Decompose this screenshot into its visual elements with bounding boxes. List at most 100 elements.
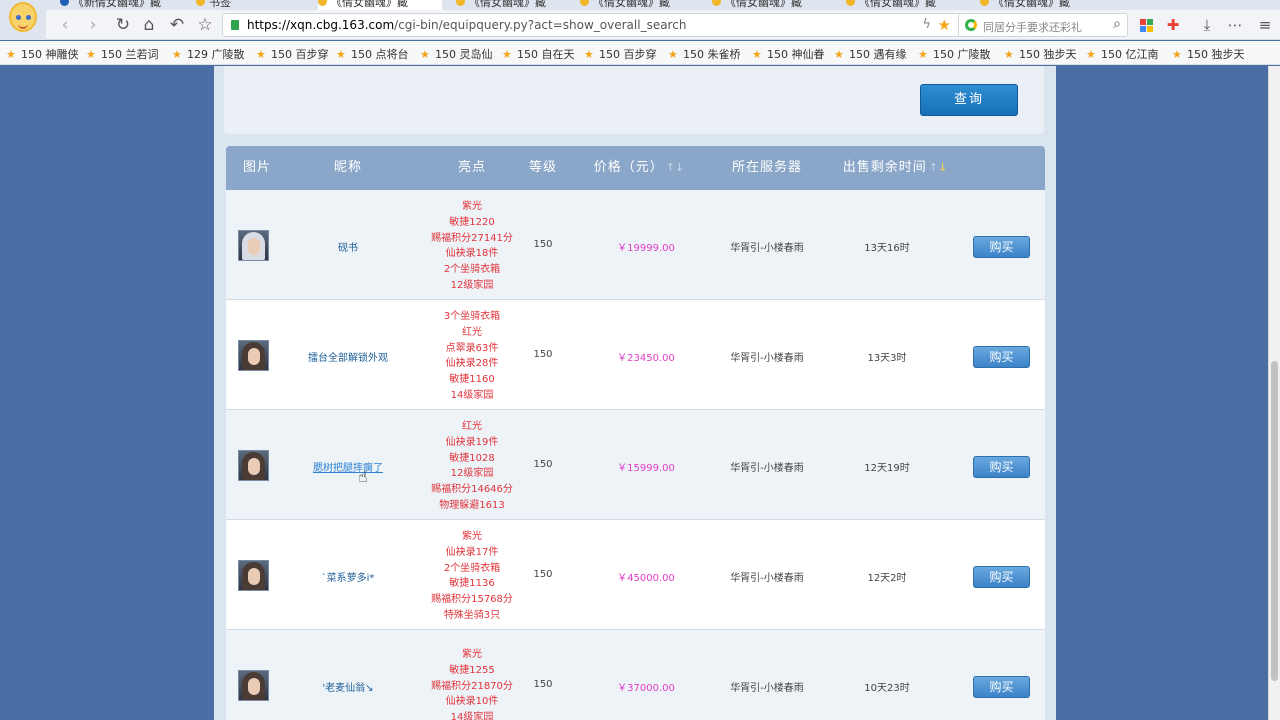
favicon-icon	[712, 0, 721, 6]
table-body: 砚书 紫光 敏捷1220 赐福积分27141分 仙袂录18件 2个坐骑衣箱 12级家园 150…	[226, 190, 1045, 720]
browser-logo[interactable]	[0, 0, 46, 40]
apps-grid-icon[interactable]	[1136, 14, 1158, 36]
character-portrait[interactable]	[238, 450, 269, 481]
url-field[interactable]: https://xqn.cbg.163.com/cgi-bin/equipque…	[222, 13, 982, 37]
bookmark-item[interactable]: ★ 150 百步穿	[256, 46, 329, 62]
browser-tab[interactable]: 《倩女幽魂》藏	[846, 0, 936, 10]
nickname-link[interactable]: 擂台全部解锁外观	[286, 349, 410, 364]
bookmark-item[interactable]: ★ 150 独步天	[1172, 46, 1245, 62]
bookmark-item[interactable]: ★ 150 亿江南	[1086, 46, 1159, 62]
highlight-item: 敏捷1160	[449, 374, 495, 386]
search-icon[interactable]: ⌕	[1113, 16, 1121, 32]
highlight-item: 敏捷1220	[449, 216, 495, 228]
query-button[interactable]: 查询	[920, 84, 1018, 116]
vertical-scrollbar[interactable]	[1268, 66, 1280, 720]
remaining-time: 12天2时	[867, 573, 907, 584]
star-icon[interactable]: ☆	[194, 14, 216, 36]
page-content: 查询 图片 昵称 亮点 等级 价格（元） ↑↓ 所在服务器 出售剩余时间 ↑↓ 砚书…	[214, 66, 1056, 720]
highlight-item: 紫光	[462, 531, 482, 542]
bookmark-star-icon: ★	[420, 48, 430, 61]
bookmark-item[interactable]: ★ 150 自在天	[502, 46, 575, 62]
sort-arrows[interactable]: ↑↓	[666, 146, 684, 190]
sort-up-icon[interactable]: ↑	[929, 161, 938, 174]
bookmark-item[interactable]: ★ 150 灵岛仙	[420, 46, 493, 62]
bookmark-item[interactable]: ★ 150 朱雀桥	[668, 46, 741, 62]
url-text: https://xqn.cbg.163.com/cgi-bin/equipque…	[247, 18, 687, 32]
header-price[interactable]: 价格（元） ↑↓	[584, 146, 694, 190]
level-value: 150	[533, 679, 553, 690]
highlights-list: 紫光 敏捷1220 赐福积分27141分 仙袂录18件 2个坐骑衣箱 12级家园	[412, 199, 532, 294]
bookmark-item[interactable]: ★ 150 广陵散	[918, 46, 991, 62]
browser-tab[interactable]: 《新倩女幽魂》藏	[60, 0, 161, 10]
download-icon[interactable]: ⤓	[1196, 14, 1218, 36]
arrow-right-icon[interactable]: ›	[82, 14, 104, 36]
browser-tab[interactable]: 《倩女幽魂》藏	[580, 0, 670, 10]
table-row: 腮树把腿摔瘸了 红光 仙袂录19件 敏捷1028 12级家园 赐福积分14646分 物理躲避…	[226, 410, 1045, 520]
bookmark-item[interactable]: ★ 150 百步穿	[584, 46, 657, 62]
level-value: 150	[533, 459, 553, 470]
lightning-icon[interactable]: ϟ	[922, 17, 931, 32]
highlight-item: 赐福积分15768分	[431, 594, 513, 606]
nickname-link[interactable]: '老麦仙翁↘	[286, 679, 410, 694]
nickname-link[interactable]: `菜系萝多i*	[286, 569, 410, 584]
header-image: 图片	[242, 160, 271, 175]
nickname-link[interactable]: 砚书	[286, 239, 410, 254]
character-portrait[interactable]	[238, 340, 269, 371]
browser-tab[interactable]: 书签	[196, 0, 231, 10]
server-value: 华胥引-小楼春雨	[730, 353, 804, 364]
favicon-icon	[846, 0, 855, 6]
header-remaining[interactable]: 出售剩余时间 ↑↓	[830, 146, 960, 190]
buy-button[interactable]: 购买	[973, 456, 1030, 478]
sort-up-icon[interactable]: ↑	[666, 161, 675, 174]
price-value: ￥19999.00	[617, 243, 675, 254]
character-portrait[interactable]	[238, 670, 269, 701]
highlights-list: 紫光 敏捷1255 赐福积分21870分 仙袂录10件 14级家园	[412, 647, 532, 720]
table-row: 砚书 紫光 敏捷1220 赐福积分27141分 仙袂录18件 2个坐骑衣箱 12级家园 150…	[226, 190, 1045, 300]
bookmark-item[interactable]: ★ 150 点将台	[336, 46, 409, 62]
favorite-star-icon[interactable]: ★	[938, 16, 951, 34]
bookmark-item[interactable]: ★ 150 神仙眷	[752, 46, 825, 62]
bookmark-item[interactable]: ★ 150 遇有缘	[834, 46, 907, 62]
highlight-item: 特殊坐骑3只	[443, 609, 501, 621]
bookmark-item[interactable]: ★ 150 兰若词	[86, 46, 159, 62]
character-portrait[interactable]	[238, 560, 269, 591]
bookmark-star-icon: ★	[502, 48, 512, 61]
menu-icon[interactable]: ≡	[1254, 14, 1276, 36]
scrollbar-thumb[interactable]	[1271, 361, 1278, 681]
buy-button[interactable]: 购买	[973, 236, 1030, 258]
nickname-link[interactable]: 腮树把腿摔瘸了	[286, 459, 410, 474]
browser-tab[interactable]: 《倩女幽魂》藏	[712, 0, 802, 10]
highlight-item: 赐福积分14646分	[431, 484, 513, 496]
buy-button[interactable]: 购买	[973, 346, 1030, 368]
character-portrait[interactable]	[238, 230, 269, 261]
reload-icon[interactable]: ↻	[112, 14, 134, 36]
buy-button[interactable]: 购买	[973, 566, 1030, 588]
browser-tab-active[interactable]: 《倩女幽魂》藏	[318, 0, 442, 10]
price-value: ￥15999.00	[617, 463, 675, 474]
highlight-item: 14级家园	[450, 712, 494, 720]
arrow-left-icon[interactable]: ‹	[54, 14, 76, 36]
highlight-item: 紫光	[462, 649, 482, 660]
browser-tab[interactable]: 《倩女幽魂》藏	[456, 0, 546, 10]
bookmark-star-icon: ★	[668, 48, 678, 61]
price-value: ￥45000.00	[617, 573, 675, 584]
sort-down-icon[interactable]: ↓	[938, 161, 947, 174]
remaining-time: 12天19时	[864, 463, 910, 474]
bookmark-item[interactable]: ★ 150 独步天	[1004, 46, 1077, 62]
highlight-item: 2个坐骑衣箱	[443, 562, 501, 574]
sort-arrows[interactable]: ↑↓	[929, 146, 947, 190]
highlight-item: 敏捷1028	[449, 452, 495, 464]
home-icon[interactable]: ⌂	[138, 14, 160, 36]
more-icon[interactable]: ⋯	[1224, 14, 1246, 36]
bookmark-star-icon: ★	[1086, 48, 1096, 61]
server-value: 华胥引-小楼春雨	[730, 683, 804, 694]
search-input[interactable]: 同居分手要求还彩礼 ⌕	[958, 13, 1128, 37]
bookmark-item[interactable]: ★ 129 广陵散	[172, 46, 245, 62]
bookmark-item[interactable]: ★ 150 神雕侠	[6, 46, 79, 62]
undo-icon[interactable]: ↶	[166, 14, 188, 36]
sort-down-icon[interactable]: ↓	[675, 161, 684, 174]
buy-button[interactable]: 购买	[973, 676, 1030, 698]
browser-tab[interactable]: 《倩女幽魂》藏	[980, 0, 1070, 10]
level-value: 150	[533, 569, 553, 580]
game-icon[interactable]: ✚	[1162, 14, 1184, 36]
